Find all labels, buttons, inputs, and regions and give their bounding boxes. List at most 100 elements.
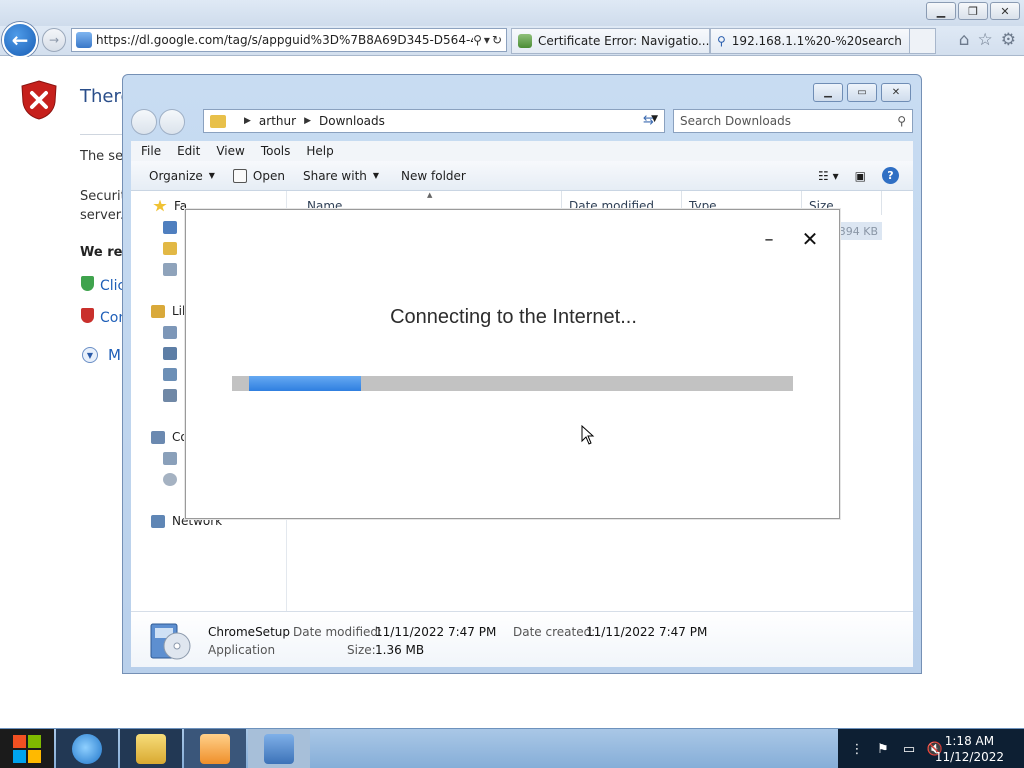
- windows-logo-icon: [13, 735, 41, 763]
- installer-application-icon: [264, 734, 294, 764]
- more-information-link[interactable]: M: [108, 346, 121, 364]
- network-status-icon[interactable]: ▭: [902, 742, 916, 757]
- pictures-icon: [163, 367, 177, 381]
- open-button[interactable]: Open: [232, 168, 285, 183]
- favorites-star-icon[interactable]: ☆: [978, 30, 993, 50]
- arrow-left-icon: ←: [11, 28, 29, 52]
- menu-tools[interactable]: Tools: [261, 144, 291, 158]
- view-options-icon[interactable]: ☷ ▾: [818, 169, 839, 183]
- chevron-down-icon[interactable]: ▼: [82, 347, 98, 363]
- taskbar-installer[interactable]: [248, 729, 310, 768]
- nav-libraries[interactable]: Lib: [151, 304, 190, 318]
- tab-label: Certificate Error: Navigatio...: [538, 34, 710, 48]
- ie-tab-search[interactable]: ⚲ 192.168.1.1%20-%20search: [710, 28, 910, 54]
- taskbar-file-explorer[interactable]: [120, 729, 182, 768]
- home-icon[interactable]: ⌂: [959, 30, 970, 50]
- share-with-label: Share with: [302, 168, 367, 183]
- start-button[interactable]: [0, 729, 54, 768]
- search-icon[interactable]: ⚲: [897, 114, 906, 128]
- explorer-maximize-button[interactable]: ▭: [847, 83, 877, 102]
- dropdown-arrow-icon[interactable]: ▾: [484, 33, 490, 47]
- refresh-icon[interactable]: ⇆: [643, 113, 654, 128]
- explorer-search-box[interactable]: Search Downloads ⚲: [673, 109, 913, 133]
- explorer-back-button[interactable]: [131, 109, 157, 135]
- chevron-right-icon: ▶: [244, 116, 251, 126]
- details-pane: ChromeSetup Application Date modified: 1…: [131, 611, 913, 667]
- nav-computer[interactable]: Co: [151, 430, 188, 444]
- details-size-value: 1.36 MB: [375, 643, 425, 657]
- security-shield-error-icon: [21, 80, 57, 120]
- clock-date: 11/12/2022: [934, 750, 1004, 764]
- dialog-close-button[interactable]: ✕: [798, 227, 822, 251]
- taskbar-clock[interactable]: 1:18 AM 11/12/2022: [935, 733, 1004, 765]
- folder-icon: [136, 734, 166, 764]
- downloads-folder-icon: [210, 114, 226, 128]
- ie-address-bar[interactable]: https://dl.google.com/tag/s/appguid%3D%7…: [71, 28, 507, 52]
- gear-icon[interactable]: ⚙: [1001, 30, 1016, 50]
- explorer-close-button[interactable]: ✕: [881, 83, 911, 102]
- explorer-minimize-button[interactable]: ▁: [813, 83, 843, 102]
- ie-security-line: server.: [80, 208, 125, 223]
- dialog-minimize-button[interactable]: –: [758, 228, 780, 250]
- flag-icon[interactable]: ⚑: [876, 742, 890, 757]
- new-folder-button[interactable]: New folder: [401, 169, 466, 183]
- cd-drive-icon: [163, 472, 177, 486]
- taskbar: ⋮ ⚑ ▭ 🔇 1:18 AM 11/12/2022: [0, 728, 1024, 768]
- open-label: Open: [252, 168, 285, 183]
- computer-icon: [151, 430, 165, 444]
- documents-icon: [163, 325, 177, 339]
- green-shield-icon: [81, 276, 94, 291]
- system-tray: ⋮ ⚑ ▭ 🔇 1:18 AM 11/12/2022: [838, 729, 1024, 768]
- installer-dialog: – ✕ Connecting to the Internet...: [185, 209, 840, 519]
- help-icon[interactable]: ?: [882, 167, 899, 184]
- ie-address-text[interactable]: https://dl.google.com/tag/s/appguid%3D%7…: [96, 33, 473, 47]
- explorer-command-bar: Organize ▼ Open Share with ▼ New folder ☷ …: [131, 161, 913, 191]
- details-date-created-value: 11/11/2022 7:47 PM: [586, 625, 708, 639]
- organize-button[interactable]: Organize ▼: [149, 169, 215, 183]
- arrow-right-icon: →: [48, 33, 60, 47]
- sort-ascending-icon: ▲: [427, 191, 433, 199]
- more-icon[interactable]: ⋮: [850, 742, 864, 757]
- open-icon: [232, 168, 247, 183]
- ie-close-button[interactable]: ✕: [990, 2, 1020, 20]
- videos-icon: [163, 388, 177, 402]
- ie-back-button[interactable]: ←: [2, 22, 38, 58]
- ie-recommend-text: We re: [80, 245, 123, 260]
- new-folder-label: New folder: [401, 168, 466, 183]
- explorer-menu-bar: File Edit View Tools Help: [131, 141, 913, 161]
- breadcrumb-downloads[interactable]: Downloads: [319, 114, 385, 128]
- ie-page-icon: [518, 34, 532, 48]
- red-shield-icon: [81, 308, 94, 323]
- share-with-button[interactable]: Share with ▼: [303, 169, 379, 183]
- progress-bar: [232, 376, 793, 391]
- ie-minimize-button[interactable]: ▁: [926, 2, 956, 20]
- new-tab-button[interactable]: [910, 28, 936, 54]
- chevron-down-icon: ▼: [372, 171, 380, 180]
- ie-tab-certificate-error[interactable]: Certificate Error: Navigatio... ×: [511, 28, 710, 54]
- installer-application-icon: [150, 623, 191, 660]
- menu-file[interactable]: File: [141, 144, 161, 158]
- ie-restore-button[interactable]: ❐: [958, 2, 988, 20]
- media-player-icon: [200, 734, 230, 764]
- taskbar-media-player[interactable]: [184, 729, 246, 768]
- nav-favorites[interactable]: Fa: [153, 199, 187, 213]
- dialog-status-message: Connecting to the Internet...: [390, 306, 637, 328]
- menu-help[interactable]: Help: [306, 144, 333, 158]
- organize-label: Organize: [149, 168, 203, 183]
- taskbar-internet-explorer[interactable]: [56, 729, 118, 768]
- preview-pane-icon[interactable]: ▣: [855, 169, 866, 183]
- ie-navigation-bar: ← → https://dl.google.com/tag/s/appguid%…: [0, 22, 1024, 58]
- menu-edit[interactable]: Edit: [177, 144, 200, 158]
- breadcrumb-arthur[interactable]: arthur: [259, 114, 296, 128]
- ie-forward-button[interactable]: →: [42, 28, 66, 52]
- column-divider: [881, 191, 882, 215]
- chevron-right-icon: ▶: [304, 116, 311, 126]
- local-disk-icon: [163, 451, 177, 465]
- explorer-address-bar[interactable]: ▶ arthur ▶ Downloads ▼: [203, 109, 665, 133]
- menu-view[interactable]: View: [216, 144, 244, 158]
- refresh-icon[interactable]: ↻: [492, 33, 502, 47]
- explorer-forward-button[interactable]: [159, 109, 185, 135]
- downloads-folder-icon: [163, 241, 177, 255]
- search-icon[interactable]: ⚲: [473, 33, 482, 47]
- details-date-created-label: Date created:: [513, 625, 596, 639]
